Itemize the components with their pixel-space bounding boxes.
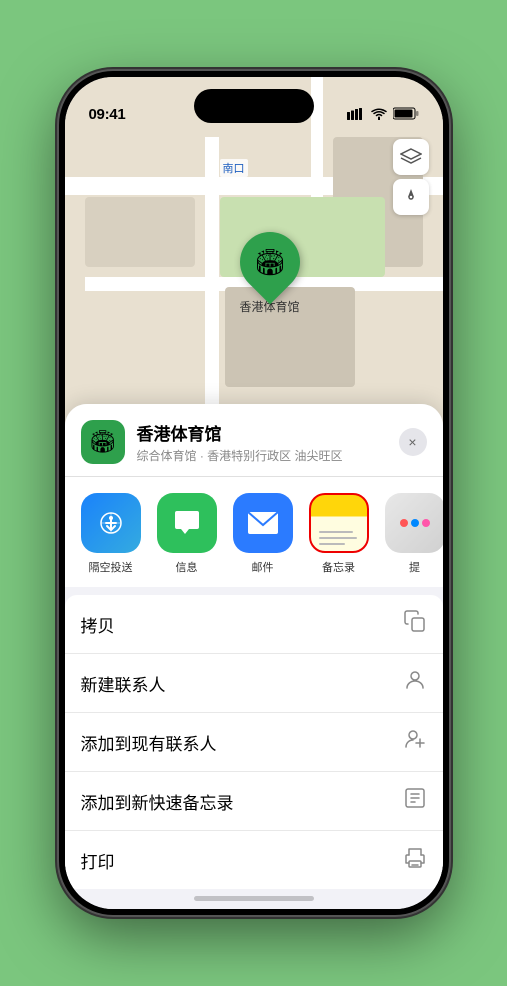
phone-frame: 09:41 [59, 71, 449, 915]
home-indicator [194, 896, 314, 901]
messages-icon [157, 493, 217, 553]
add-notes-icon [403, 786, 427, 816]
share-item-airdrop[interactable]: 隔空投送 [77, 493, 145, 575]
venue-info: 香港体育馆 综合体育馆 · 香港特别行政区 油尖旺区 [137, 420, 399, 464]
venue-icon: 🏟 [81, 420, 125, 464]
bottom-sheet: 🏟 香港体育馆 综合体育馆 · 香港特别行政区 油尖旺区 × [65, 404, 443, 909]
share-item-more[interactable]: 提 [381, 493, 443, 575]
more-label: 提 [409, 559, 420, 575]
copy-icon [403, 609, 427, 639]
location-pin: 🏟 香港体育馆 [240, 232, 300, 315]
pin-icon: 🏟 [227, 220, 312, 305]
print-label: 打印 [81, 848, 115, 873]
notes-icon [309, 493, 369, 553]
map-nankou-label: 南口 [220, 159, 248, 177]
battery-icon [393, 107, 419, 123]
notes-label: 备忘录 [322, 559, 355, 575]
add-existing-label: 添加到现有联系人 [81, 730, 217, 755]
add-notes-label: 添加到新快速备忘录 [81, 789, 234, 814]
action-new-contact[interactable]: 新建联系人 [65, 654, 443, 713]
action-list: 拷贝 新建联系人 [65, 595, 443, 889]
venue-header: 🏟 香港体育馆 综合体育馆 · 香港特别行政区 油尖旺区 × [65, 404, 443, 477]
mail-icon [233, 493, 293, 553]
status-icons [347, 107, 419, 123]
action-print[interactable]: 打印 [65, 831, 443, 889]
action-add-notes[interactable]: 添加到新快速备忘录 [65, 772, 443, 831]
share-item-messages[interactable]: 信息 [153, 493, 221, 575]
signal-icon [347, 108, 365, 123]
messages-label: 信息 [176, 559, 198, 575]
new-contact-icon [403, 668, 427, 698]
share-item-notes[interactable]: 备忘录 [305, 493, 373, 575]
map-controls [393, 139, 429, 219]
share-item-mail[interactable]: 邮件 [229, 493, 297, 575]
action-copy[interactable]: 拷贝 [65, 595, 443, 654]
add-existing-icon [403, 727, 427, 757]
action-add-existing[interactable]: 添加到现有联系人 [65, 713, 443, 772]
phone-screen: 09:41 [65, 77, 443, 909]
airdrop-icon [81, 493, 141, 553]
wifi-icon [371, 108, 387, 123]
share-row: 隔空投送 信息 [65, 477, 443, 587]
venue-name: 香港体育馆 [137, 420, 399, 445]
dynamic-island [194, 89, 314, 123]
map-layers-button[interactable] [393, 139, 429, 175]
airdrop-label: 隔空投送 [89, 559, 133, 575]
more-icon [385, 493, 443, 553]
print-icon [403, 845, 427, 875]
close-button[interactable]: × [399, 428, 427, 456]
new-contact-label: 新建联系人 [81, 671, 166, 696]
mail-label: 邮件 [252, 559, 274, 575]
copy-label: 拷贝 [81, 612, 115, 637]
location-button[interactable] [393, 179, 429, 215]
status-time: 09:41 [89, 106, 126, 123]
venue-subtitle: 综合体育馆 · 香港特别行政区 油尖旺区 [137, 447, 399, 464]
